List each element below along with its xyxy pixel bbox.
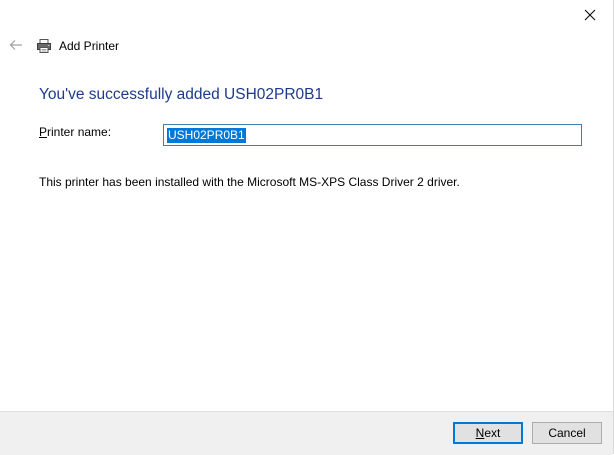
wizard-header: Add Printer (36, 36, 119, 56)
next-button[interactable]: Next (453, 422, 523, 444)
close-icon (584, 9, 596, 21)
cancel-button[interactable]: Cancel (532, 422, 602, 444)
wizard-title: Add Printer (59, 39, 120, 53)
next-button-accesskey: N (475, 426, 485, 440)
back-arrow-icon (9, 40, 22, 50)
back-button[interactable] (7, 36, 25, 54)
add-printer-window: Add Printer You've successfully added US… (0, 0, 614, 455)
success-heading: You've successfully added USH02PR0B1 (39, 86, 324, 103)
printer-name-value: USH02PR0B1 (167, 127, 246, 143)
printer-name-label-text: rinter name: (47, 125, 112, 139)
printer-name-label-accesskey: P (39, 125, 48, 139)
printer-icon (36, 37, 54, 55)
next-button-label: ext (484, 426, 501, 440)
close-button[interactable] (577, 2, 603, 28)
printer-name-input[interactable]: USH02PR0B1 (163, 124, 582, 146)
printer-name-label: Printer name: (39, 125, 111, 139)
install-info-text: This printer has been installed with the… (39, 175, 460, 189)
wizard-footer: Next Cancel (0, 411, 613, 455)
